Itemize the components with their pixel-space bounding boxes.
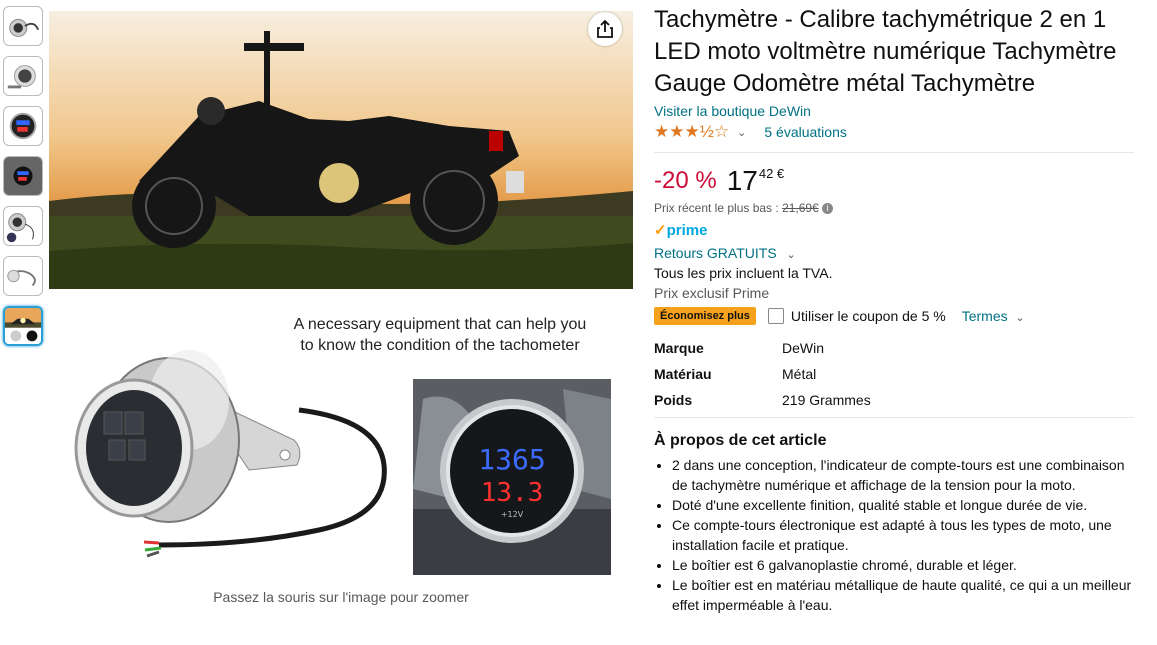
thumbnail-motorcycle-sunset[interactable] — [3, 306, 43, 346]
price-fraction: 42 € — [758, 166, 785, 181]
spec-value: 219 Grammes — [782, 391, 871, 408]
lowest-price-note: Prix récent le plus bas : 21,69€ i — [654, 201, 1134, 215]
chevron-down-icon: ⌄ — [1015, 312, 1025, 324]
free-returns-label: Retours GRATUITS — [654, 245, 777, 261]
spec-row: Poids 219 Grammes — [654, 391, 871, 417]
share-icon — [597, 19, 613, 38]
caption-line-2: to know the condition of the tachometer — [300, 337, 580, 354]
prime-check-icon: ✓ — [654, 222, 667, 239]
divider — [654, 417, 1134, 418]
caption-line-1: A necessary equipment that can help you — [293, 316, 587, 333]
prime-badge: ✓prime — [654, 221, 1134, 239]
terms-link[interactable]: Termes ⌄ — [962, 308, 1043, 324]
main-product-image[interactable] — [49, 11, 633, 289]
discount-percent: -20 % — [654, 167, 717, 194]
spec-value: DeWin — [782, 339, 825, 356]
vat-note: Tous les prix incluent la TVA. — [654, 265, 833, 281]
spec-key: Poids — [654, 391, 693, 408]
thumbnail-gauge-wired[interactable] — [3, 206, 43, 246]
free-returns-link[interactable]: Retours GRATUITS ⌄ — [654, 245, 1134, 261]
spec-key: Marque — [654, 339, 704, 356]
product-title: Tachymètre - Calibre tachymétrique 2 en … — [654, 6, 1117, 97]
voltage-reading: 13.3 — [481, 478, 544, 508]
thumbnail-gauge-lit[interactable] — [3, 156, 43, 196]
spec-row: Marque DeWin — [654, 339, 871, 365]
lowest-price-label: Prix récent le plus bas : — [654, 201, 779, 215]
product-details: Tachymètre - Calibre tachymétrique 2 en … — [654, 4, 1134, 615]
divider — [654, 152, 1134, 153]
prime-label: prime — [666, 222, 708, 239]
rating-row: ★★★½☆ ⌄ 5 évaluations — [654, 122, 1134, 142]
gallery-caption: A necessary equipment that can help you … — [250, 314, 630, 356]
lowest-price-value: 21,69€ — [782, 201, 819, 215]
volt-label: +12V — [501, 510, 524, 519]
spec-key: Matériau — [654, 365, 712, 382]
chevron-down-icon: ⌄ — [786, 249, 796, 261]
coupon-label[interactable]: Utiliser le coupon de 5 % — [791, 308, 946, 324]
store-link[interactable]: Visiter la boutique DeWin — [654, 103, 1134, 119]
info-icon[interactable]: i — [822, 203, 834, 215]
about-title: À propos de cet article — [654, 432, 827, 449]
zoom-hint: Passez la souris sur l'image pour zoomer — [213, 589, 469, 605]
coupon-checkbox[interactable] — [767, 308, 784, 324]
gauge-closeup-photo: 1365 13.3 +12V — [413, 379, 611, 575]
prime-exclusive-note: Prix exclusif Prime — [654, 285, 770, 301]
savings-badge: Économisez plus — [654, 307, 756, 325]
chevron-down-icon[interactable]: ⌄ — [737, 126, 746, 139]
spec-row: Matériau Métal — [654, 365, 871, 391]
rpm-reading: 1365 — [478, 443, 545, 476]
star-rating-icon[interactable]: ★★★½☆ — [654, 122, 729, 142]
list-item: Doté d'une excellente finition, qualité … — [672, 495, 1134, 515]
product-specs-table: Marque DeWin Matériau Métal Poids 219 Gr… — [654, 339, 871, 417]
price-block: -20 % 17 42 € — [654, 167, 1134, 195]
price-whole: 17 — [726, 165, 758, 196]
ratings-count-link[interactable]: 5 évaluations — [764, 124, 847, 140]
spec-value: Métal — [782, 365, 817, 382]
list-item: Ce compte-tours électronique est adapté … — [672, 515, 1134, 555]
list-item: 2 dans une conception, l'indicateur de c… — [672, 455, 1134, 495]
thumbnail-gauge-cable[interactable] — [3, 256, 43, 296]
share-button[interactable] — [588, 12, 622, 46]
thumbnail-strip — [3, 6, 45, 356]
coupon-row: Économisez plus Utiliser le coupon de 5 … — [654, 307, 1134, 325]
list-item: Le boîtier est 6 galvanoplastie chromé, … — [672, 555, 1134, 575]
thumbnail-gauge-chrome[interactable] — [3, 6, 43, 46]
list-item: Le boîtier est en matériau métallique de… — [672, 575, 1134, 615]
terms-label: Termes — [961, 308, 1008, 324]
feature-bullets: 2 dans une conception, l'indicateur de c… — [654, 455, 1134, 615]
thumbnail-gauge-display[interactable] — [3, 106, 43, 146]
thumbnail-gauge-front[interactable] — [3, 56, 43, 96]
